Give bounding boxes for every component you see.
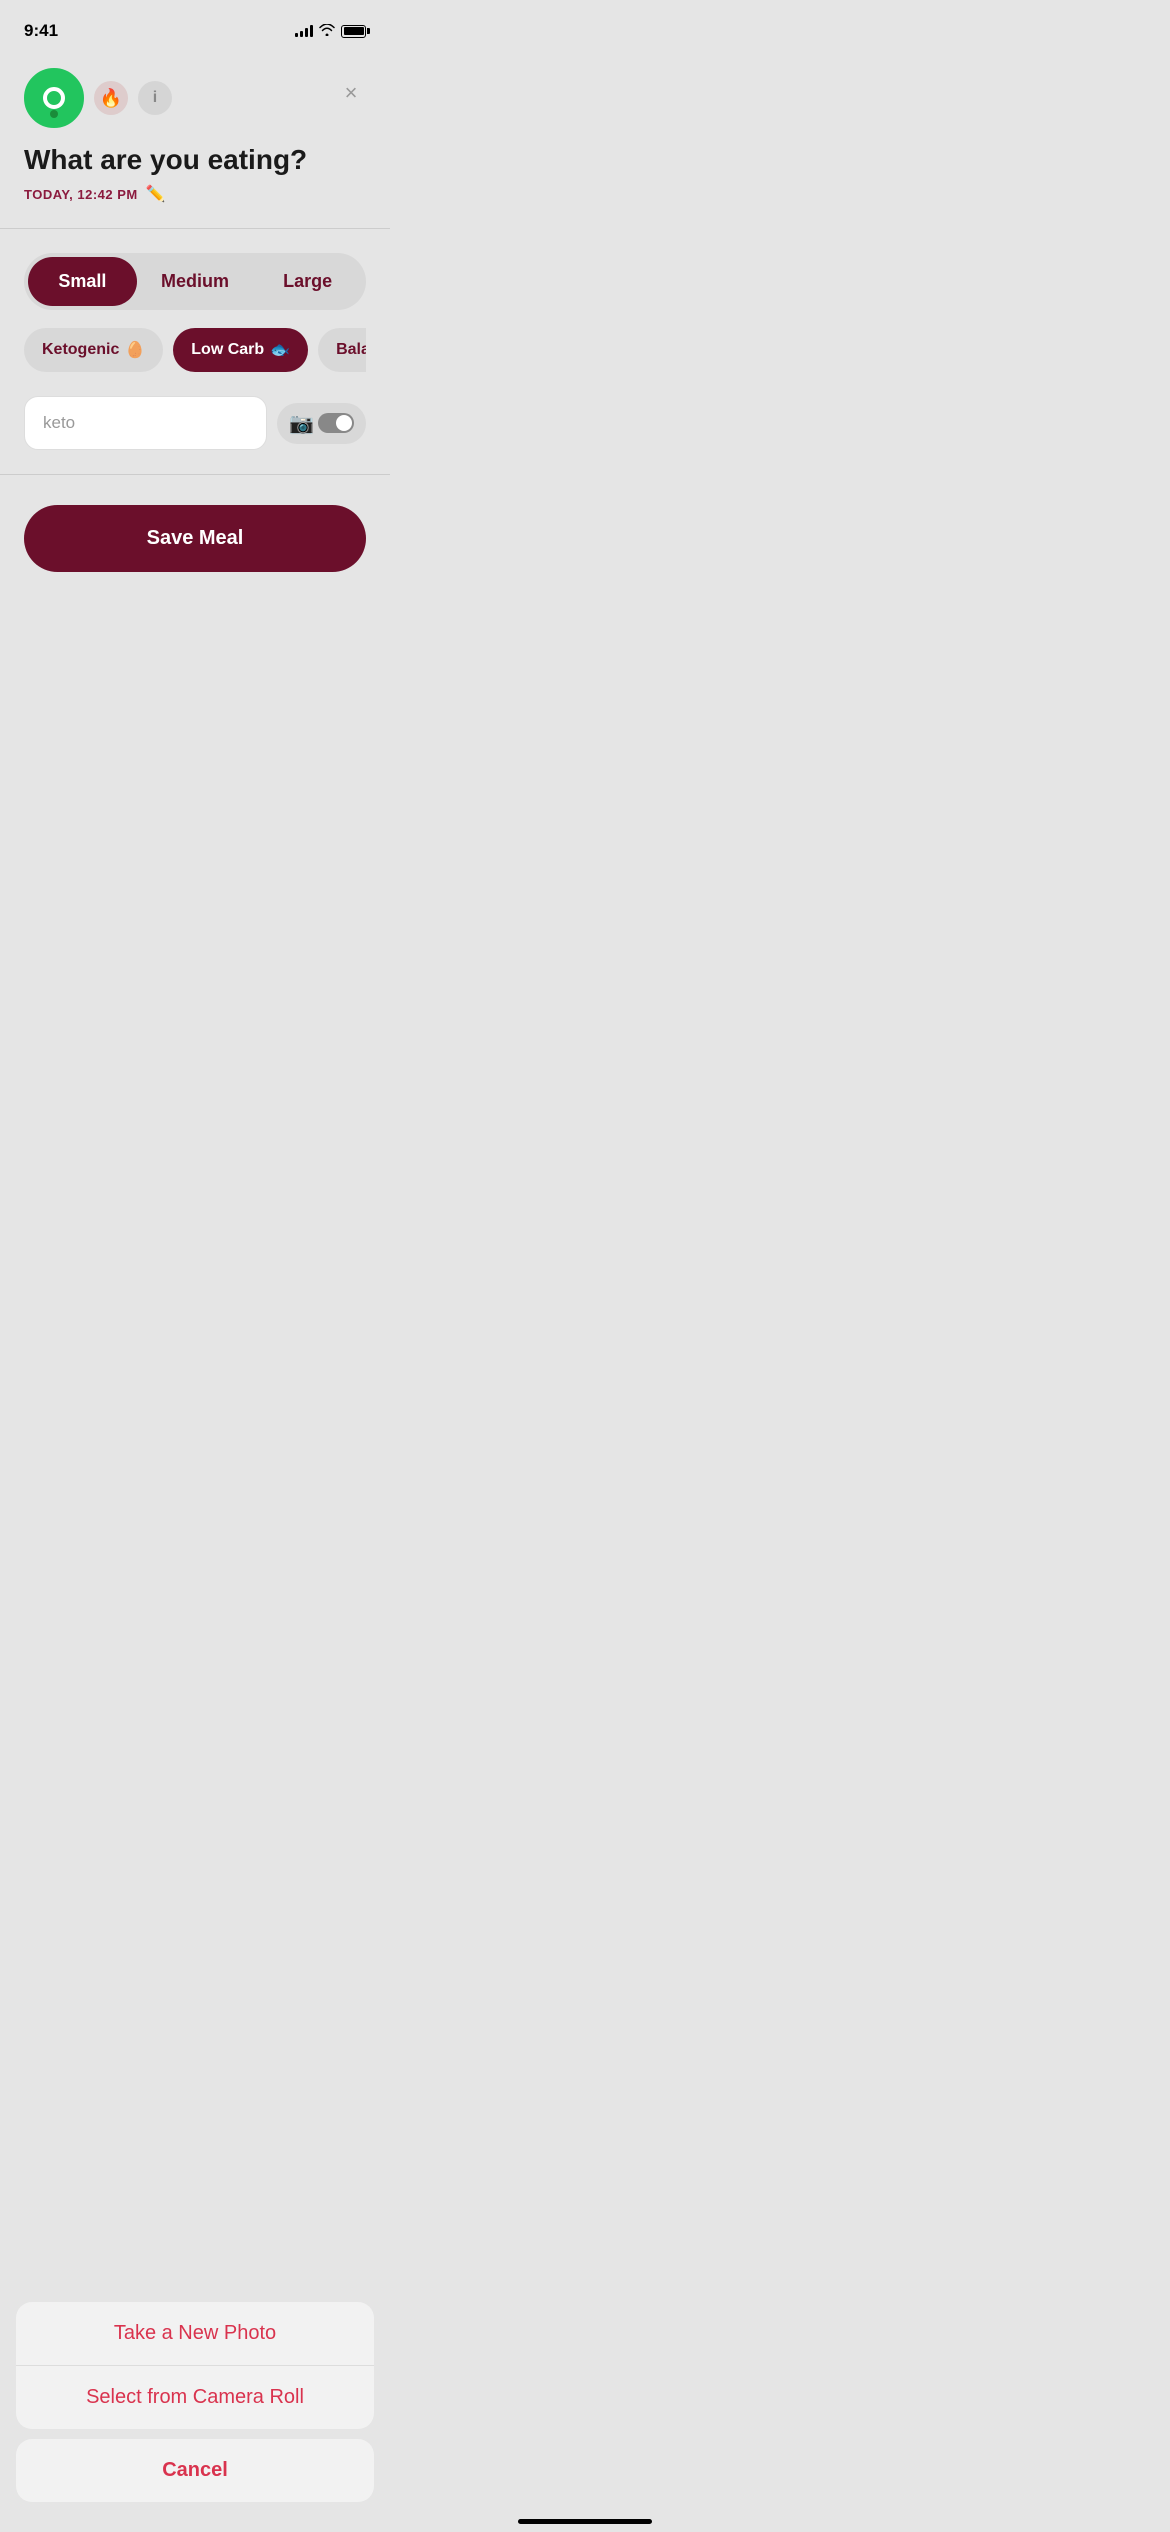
lowcarb-label: Low Carb: [191, 341, 264, 359]
size-small-button[interactable]: Small: [28, 257, 137, 306]
top-divider: [0, 228, 390, 229]
action-sheet: Take a New Photo Select from Camera Roll…: [0, 2302, 390, 2532]
page-title: What are you eating?: [24, 144, 366, 176]
battery-icon: [341, 25, 366, 38]
status-time: 9:41: [24, 21, 58, 41]
status-icons: [295, 24, 366, 39]
balanced-label: Balanced: [336, 341, 366, 359]
date-row: TODAY, 12:42 PM ✏️: [24, 184, 366, 204]
wifi-icon: [319, 24, 335, 39]
lowcarb-icon: 🐟: [270, 340, 290, 360]
toggle-knob: [336, 415, 352, 431]
bottom-divider: [0, 474, 390, 475]
close-button[interactable]: ×: [336, 78, 366, 108]
cancel-button[interactable]: Cancel: [16, 2439, 374, 2502]
diet-ketogenic-button[interactable]: Ketogenic 🥚: [24, 328, 163, 372]
ketogenic-label: Ketogenic: [42, 341, 119, 359]
info-icon: i: [153, 89, 157, 107]
home-indicator: [518, 2519, 652, 2524]
camera-icon: 📷: [289, 411, 314, 436]
ketogenic-icon: 🥚: [125, 340, 145, 360]
main-content: × 🔥 i What are you eating? TODAY, 12:42 …: [0, 68, 390, 572]
diet-lowcarb-button[interactable]: Low Carb 🐟: [173, 328, 308, 372]
diet-balanced-button[interactable]: Balanced ➤: [318, 328, 366, 372]
take-photo-button[interactable]: Take a New Photo: [16, 2302, 374, 2365]
save-meal-button[interactable]: Save Meal: [24, 505, 366, 572]
flame-badge: 🔥: [94, 81, 128, 115]
app-logo: [24, 68, 84, 128]
select-from-roll-button[interactable]: Select from Camera Roll: [16, 2365, 374, 2429]
logo-dot: [50, 110, 58, 118]
info-badge[interactable]: i: [138, 81, 172, 115]
search-input-wrap: [24, 396, 267, 450]
logo-inner-ring: [43, 87, 65, 109]
camera-toggle[interactable]: 📷: [277, 403, 366, 444]
camera-toggle-switch[interactable]: [318, 413, 354, 433]
diet-pills: Ketogenic 🥚 Low Carb 🐟 Balanced ➤: [24, 328, 366, 374]
header-icons: 🔥 i: [24, 68, 366, 128]
action-sheet-group: Take a New Photo Select from Camera Roll: [16, 2302, 374, 2429]
search-row: 📷: [24, 396, 366, 450]
date-label: TODAY, 12:42 PM: [24, 187, 138, 202]
signal-icon: [295, 25, 313, 37]
status-bar: 9:41: [0, 0, 390, 48]
size-medium-button[interactable]: Medium: [141, 257, 250, 306]
flame-icon: 🔥: [100, 88, 122, 109]
search-input[interactable]: [43, 413, 248, 433]
size-selector: Small Medium Large: [24, 253, 366, 310]
edit-icon[interactable]: ✏️: [146, 184, 166, 204]
size-large-button[interactable]: Large: [253, 257, 362, 306]
